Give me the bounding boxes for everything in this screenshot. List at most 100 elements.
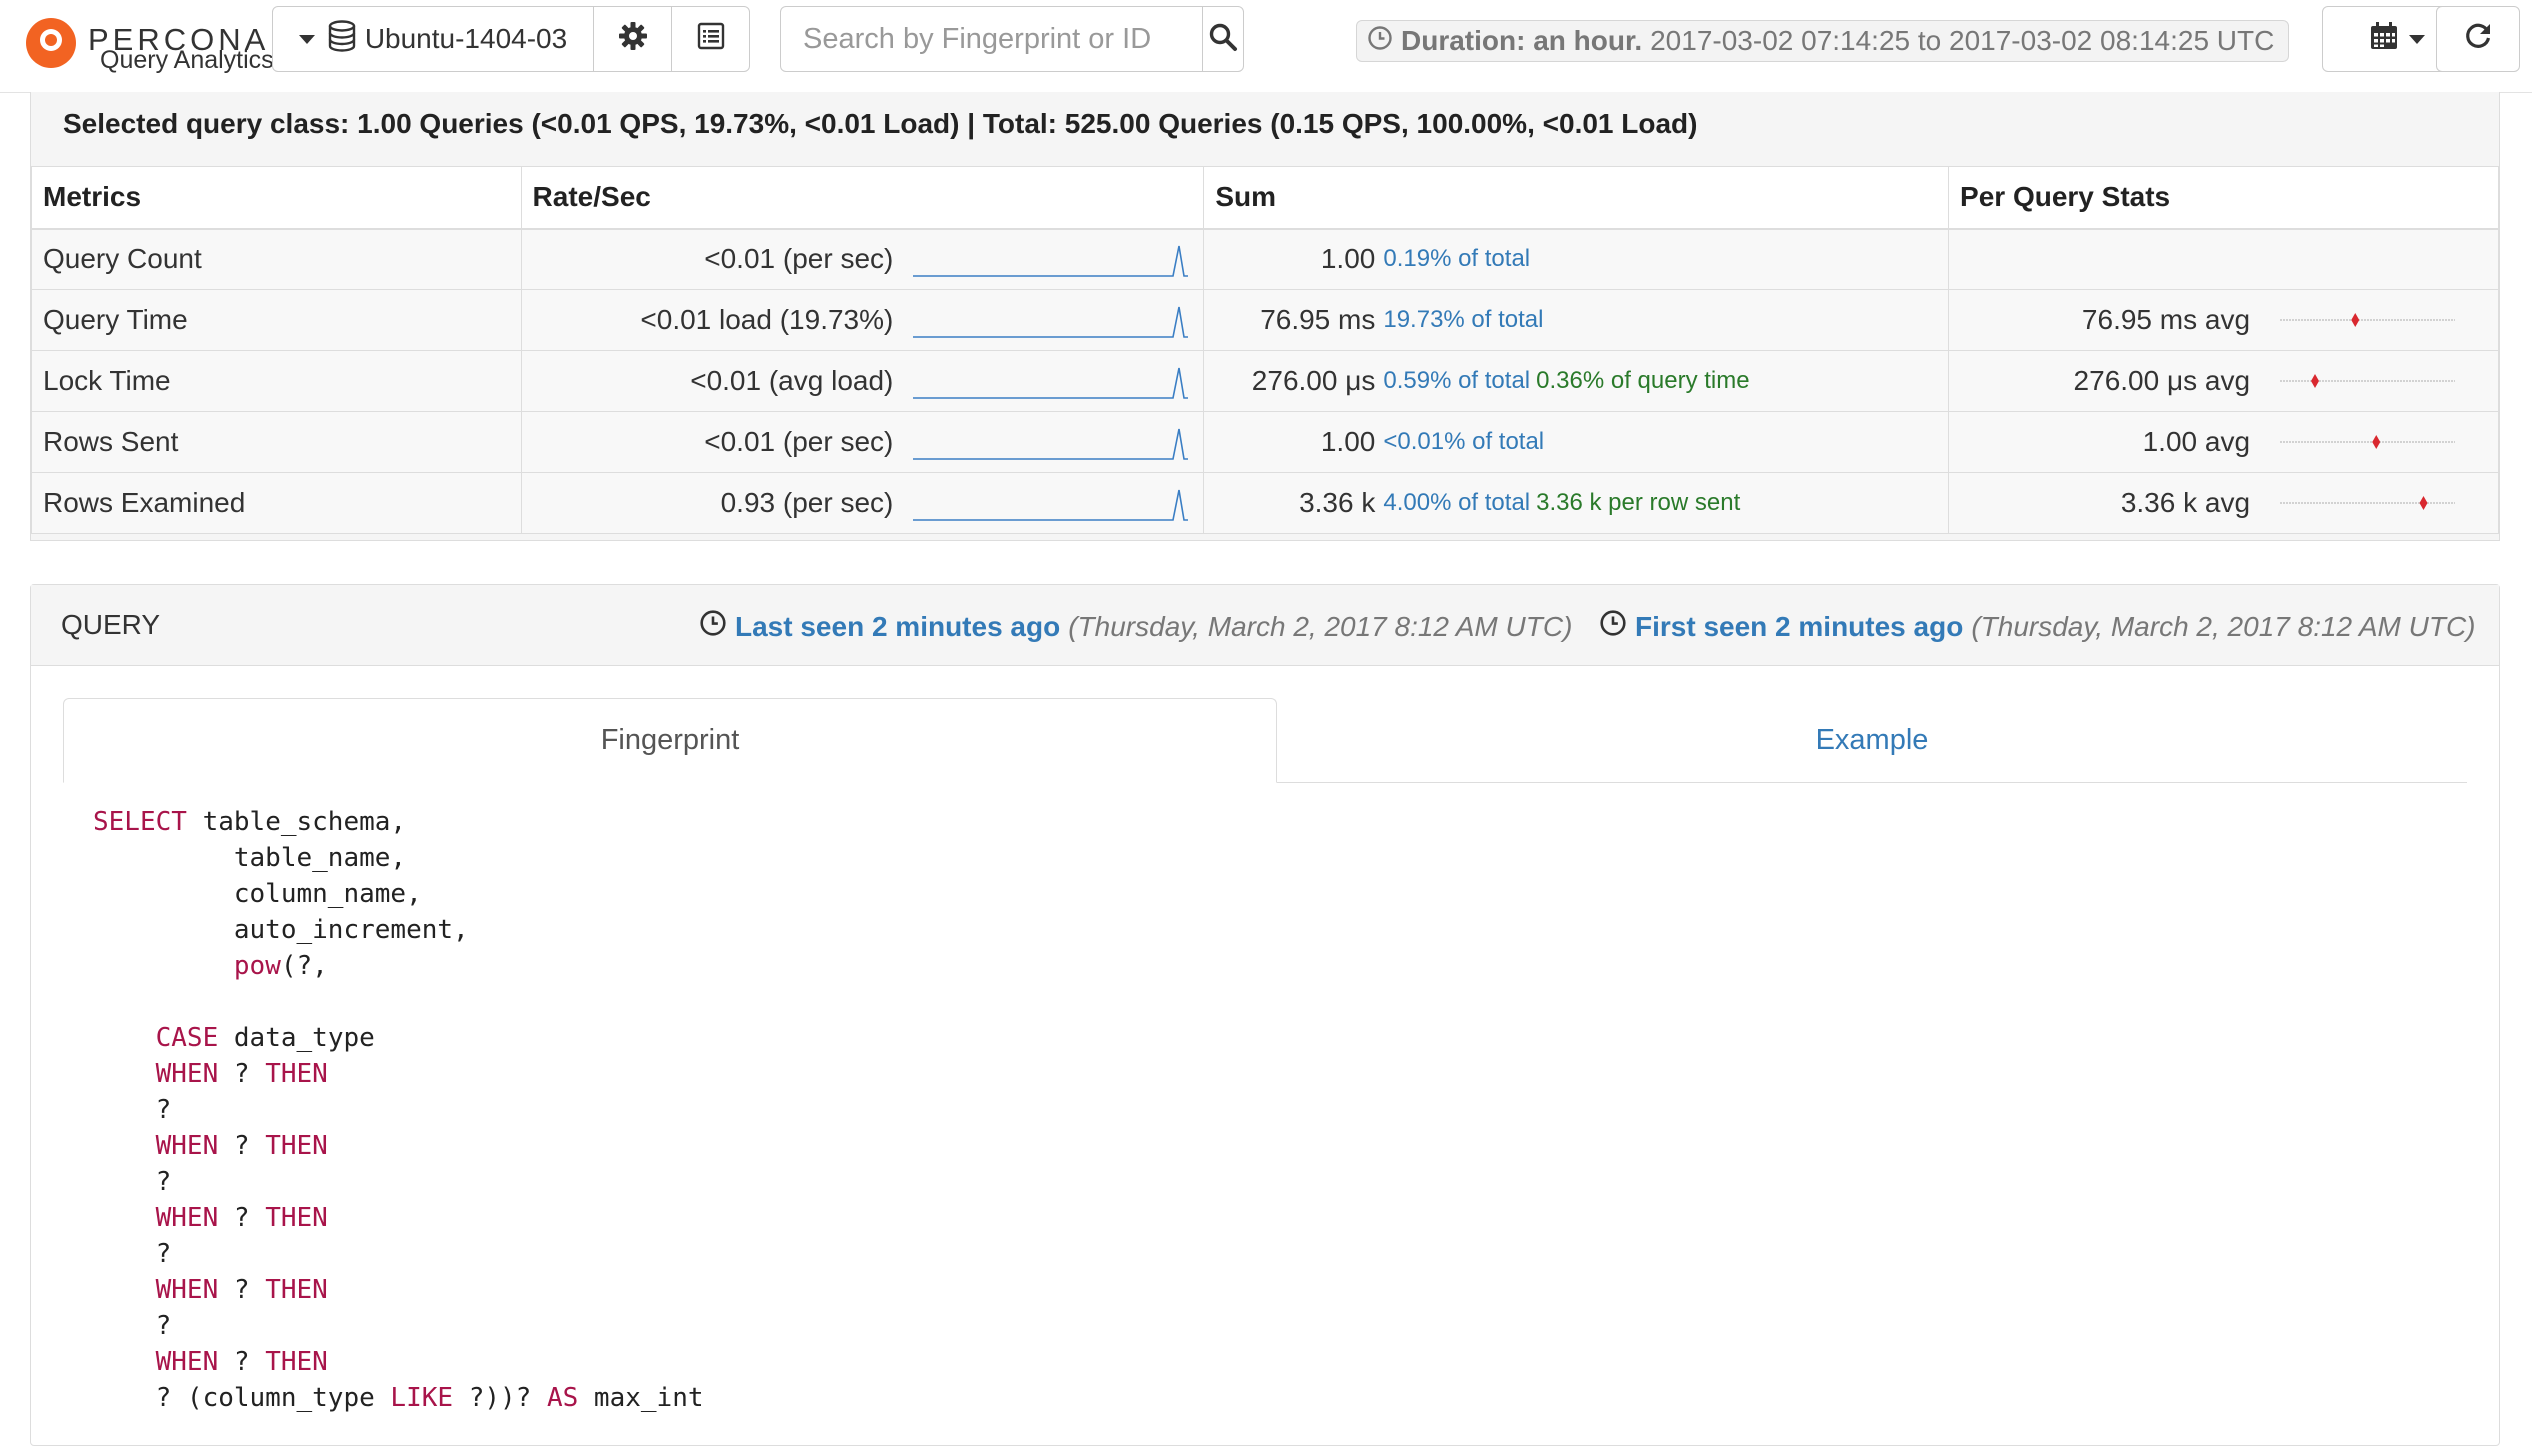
sql-text: ? bbox=[218, 1059, 266, 1089]
fingerprint-search bbox=[780, 6, 1244, 72]
metric-percent-of-total: 0.59% of total bbox=[1383, 367, 1531, 394]
metric-percent-of-total: 0.19% of total bbox=[1383, 245, 1531, 273]
metric-extra-stat: 0.36% of query time bbox=[1536, 367, 1750, 394]
last-seen-link[interactable]: Last seen 2 minutes ago bbox=[735, 611, 1060, 643]
duration-range: 2017-03-02 07:14:25 to 2017-03-02 08:14:… bbox=[1650, 25, 2275, 56]
col-rate: Rate/Sec bbox=[520, 166, 1205, 230]
metric-sparkline bbox=[913, 306, 1189, 338]
tab-example[interactable]: Example bbox=[1277, 698, 2467, 782]
settings-button[interactable] bbox=[593, 7, 671, 71]
metric-rate: <0.01 (per sec) bbox=[704, 426, 894, 457]
metric-distribution-plot bbox=[2280, 313, 2456, 327]
instance-selector[interactable]: Ubuntu-1404-03 bbox=[273, 7, 593, 71]
sql-text: column_name, bbox=[93, 879, 422, 909]
metric-sum-cell: 276.00 μs 0.59% of total 0.36% of query ti… bbox=[1203, 350, 1950, 412]
metric-sparkline bbox=[913, 489, 1189, 521]
metric-rate-cell: <0.01 (avg load) bbox=[520, 350, 1205, 412]
metric-rate-cell: 0.93 (per sec) bbox=[520, 472, 1205, 534]
query-panel: QUERY Last seen 2 minutes ago (Thursday,… bbox=[30, 584, 2500, 1446]
metric-avg: 3.36 k avg bbox=[2120, 487, 2251, 518]
sql-text: ? bbox=[218, 1347, 266, 1377]
search-input[interactable] bbox=[781, 7, 1202, 71]
sql-keyword: WHEN bbox=[155, 1203, 219, 1233]
refresh-button[interactable] bbox=[2437, 7, 2519, 71]
list-alt-icon bbox=[697, 22, 725, 57]
metric-per-query-cell: 276.00 μs avg bbox=[1948, 350, 2499, 412]
metric-extra-stat: 3.36 k per row sent bbox=[1536, 489, 1741, 516]
metric-distribution-plot bbox=[2280, 496, 2456, 510]
avg-marker bbox=[2419, 496, 2428, 510]
sql-text: (?, bbox=[280, 951, 328, 981]
percona-logo[interactable]: PERCONA Query Analytics bbox=[26, 16, 286, 80]
sql-text: ? bbox=[93, 1311, 172, 1341]
sql-keyword: THEN bbox=[265, 1347, 328, 1377]
metric-row[interactable]: Query Count <0.01 (per sec) 1.00 0.19% of t… bbox=[31, 228, 2499, 290]
metric-avg: 1.00 avg bbox=[2142, 426, 2251, 457]
caret-down-icon bbox=[298, 34, 315, 44]
metric-rate-cell: <0.01 (per sec) bbox=[520, 228, 1205, 290]
summary-list-button[interactable] bbox=[671, 7, 749, 71]
percona-logo-icon bbox=[26, 18, 76, 68]
first-seen-date: (Thursday, March 2, 2017 8:12 AM UTC) bbox=[1971, 610, 2476, 642]
metric-row[interactable]: Rows Examined 0.93 (per sec) 3.36 k 4.00% o… bbox=[31, 472, 2499, 534]
selected-query-summary: Selected query class: 1.00 Queries (<0.0… bbox=[63, 108, 1698, 139]
metric-sum: 3.36 k bbox=[1299, 487, 1376, 518]
first-seen-link[interactable]: First seen 2 minutes ago bbox=[1635, 611, 1963, 643]
search-icon bbox=[1208, 22, 1238, 57]
metric-name: Lock Time bbox=[31, 350, 522, 412]
instance-toolbar: Ubuntu-1404-03 bbox=[272, 6, 750, 72]
metric-per-query-cell: 1.00 avg bbox=[1948, 411, 2499, 473]
metric-row[interactable]: Lock Time <0.01 (avg load) 276.00 μs 0.59% … bbox=[31, 350, 2499, 412]
sql-text: auto_increment, bbox=[93, 915, 469, 945]
metric-name: Query Time bbox=[31, 289, 522, 351]
sql-text: ? bbox=[93, 1239, 172, 1269]
sql-keyword: pow bbox=[233, 951, 281, 981]
sql-keyword: CASE bbox=[155, 1023, 219, 1053]
calendar-icon bbox=[2369, 21, 2399, 58]
metric-percent-of-total: 19.73% of total bbox=[1383, 306, 1544, 333]
metric-name: Rows Examined bbox=[31, 472, 522, 534]
metrics-header-row: Metrics Rate/Sec Sum Per Query Stats bbox=[31, 166, 2499, 230]
summary-panel: Selected query class: 1.00 Queries (<0.0… bbox=[30, 92, 2500, 541]
metric-rate: <0.01 (avg load) bbox=[690, 365, 894, 396]
metric-sparkline bbox=[913, 428, 1189, 460]
metric-row[interactable]: Rows Sent <0.01 (per sec) 1.00 <0.01% of to… bbox=[31, 411, 2499, 473]
top-navbar: PERCONA Query Analytics Ubuntu-1404-03 S… bbox=[0, 0, 2532, 93]
sql-text: ? bbox=[218, 1131, 266, 1161]
metric-row[interactable]: Query Time <0.01 load (19.73%) 76.95 ms 19.… bbox=[31, 289, 2499, 351]
metric-sum: 76.95 ms bbox=[1260, 304, 1376, 335]
sql-text: ? bbox=[93, 1095, 172, 1125]
metric-rate: <0.01 (per sec) bbox=[704, 243, 894, 275]
sql-text: table_name, bbox=[93, 843, 407, 873]
metric-rate: <0.01 load (19.73%) bbox=[640, 304, 894, 335]
metric-sum: 1.00 bbox=[1320, 426, 1376, 457]
metric-per-query-cell: 76.95 ms avg bbox=[1948, 289, 2499, 351]
sql-keyword: WHEN bbox=[155, 1347, 219, 1377]
metric-avg: 76.95 ms avg bbox=[2081, 304, 2251, 335]
avg-marker bbox=[2311, 374, 2320, 388]
metric-percent-of-total: 4.00% of total bbox=[1383, 489, 1531, 516]
sql-keyword: THEN bbox=[265, 1131, 328, 1161]
metric-avg: 276.00 μs avg bbox=[2073, 365, 2251, 396]
col-metrics: Metrics bbox=[31, 166, 522, 230]
metric-sparkline bbox=[913, 246, 1189, 278]
avg-marker bbox=[2351, 313, 2360, 327]
caret-down-icon bbox=[2409, 34, 2425, 44]
metric-name: Rows Sent bbox=[31, 411, 522, 473]
metric-rate-cell: <0.01 (per sec) bbox=[520, 411, 1205, 473]
metric-per-query-cell bbox=[1948, 228, 2499, 290]
col-per-query: Per Query Stats bbox=[1948, 166, 2499, 230]
duration-badge: Duration: an hour. 2017-03-02 07:14:25 t… bbox=[1356, 20, 2290, 62]
sql-text: table_schema, bbox=[186, 807, 407, 837]
metrics-table: Metrics Rate/Sec Sum Per Query Stats Que… bbox=[31, 166, 2499, 534]
sql-text: data_type bbox=[218, 1023, 375, 1053]
metric-sum: 276.00 μs bbox=[1251, 365, 1376, 396]
metric-sum-cell: 1.00 0.19% of total bbox=[1203, 228, 1950, 290]
tab-fingerprint[interactable]: Fingerprint bbox=[63, 698, 1277, 783]
query-title: QUERY bbox=[61, 609, 161, 640]
search-button[interactable] bbox=[1202, 7, 1243, 71]
